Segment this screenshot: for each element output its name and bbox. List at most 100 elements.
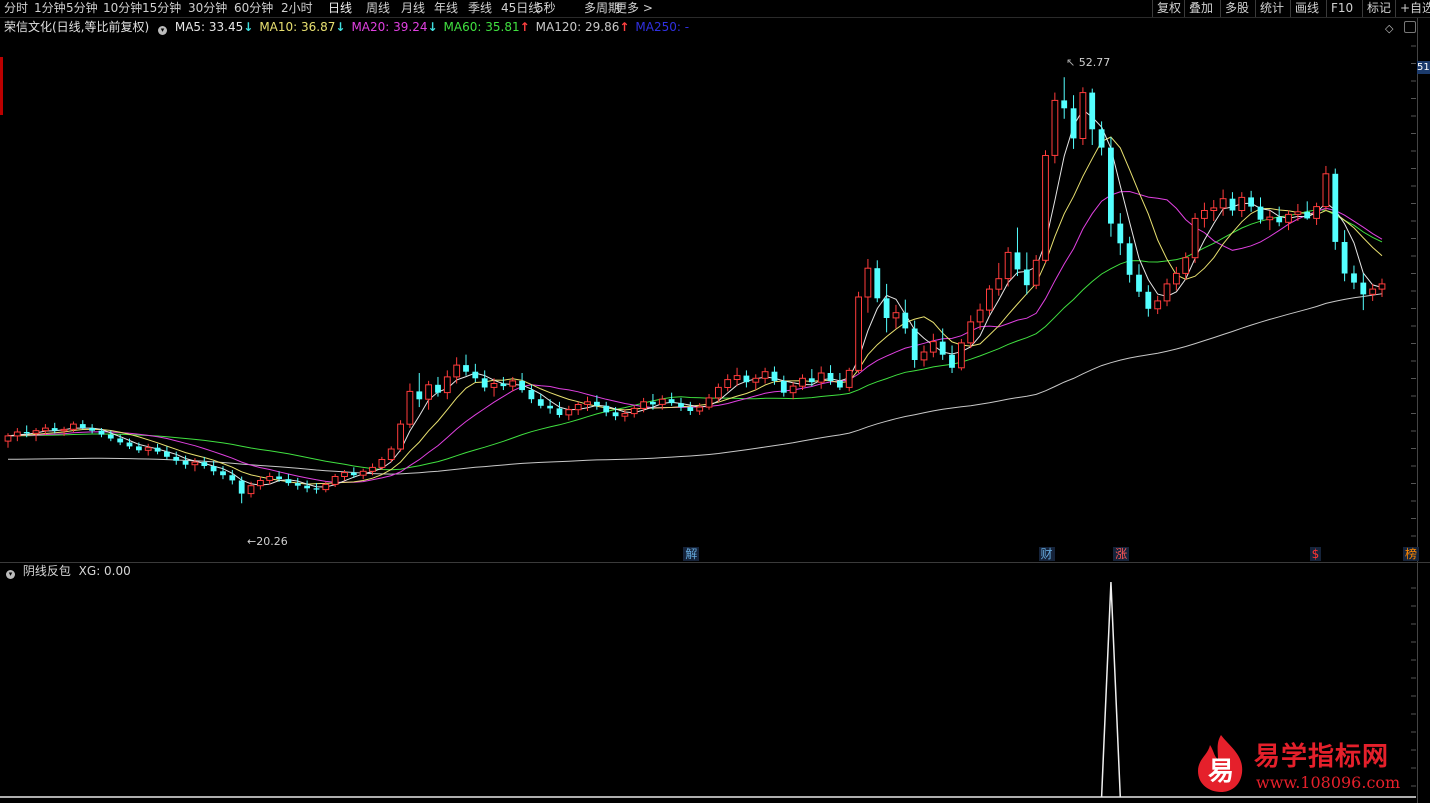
toolbar-button-2[interactable]: 多股	[1220, 0, 1253, 17]
toolbar-button-0[interactable]: 复权	[1152, 0, 1185, 17]
candle-body-up	[630, 407, 638, 415]
stock-title: 荣信文化(日线,等比前复权)	[4, 20, 150, 34]
toolbar-button-3[interactable]: 统计	[1255, 0, 1288, 17]
candle-body-up	[331, 476, 339, 485]
candle-body-up	[696, 406, 704, 412]
candle-body-up	[406, 390, 414, 425]
period-tab-3[interactable]: 10分钟	[103, 1, 142, 16]
candle-body-up	[995, 278, 1003, 290]
candle-body-down	[107, 434, 114, 439]
period-tab-12[interactable]: 季线	[468, 1, 492, 16]
period-tab-11[interactable]: 年线	[434, 1, 458, 16]
candle-body-up	[144, 447, 152, 451]
event-badge-0[interactable]: 解	[683, 547, 700, 561]
candle-body-down	[117, 438, 124, 443]
toolbar-button-6[interactable]: 标记	[1362, 0, 1395, 17]
event-badge-2[interactable]: 涨	[1113, 547, 1130, 561]
candle-body-down	[238, 480, 245, 494]
candle-body-up	[42, 427, 49, 432]
candle-body-up	[509, 380, 517, 387]
candle-body-down	[1304, 211, 1311, 219]
candle-body-up	[397, 423, 405, 450]
period-tab-4[interactable]: 15分钟	[142, 1, 181, 16]
toolbar-button-7[interactable]: +自选	[1395, 0, 1430, 17]
candle-body-down	[294, 483, 301, 486]
candle-body-up	[855, 296, 863, 371]
event-badge-3[interactable]: $	[1309, 547, 1322, 561]
period-tab-2[interactable]: 5分钟	[66, 1, 98, 16]
candle-body-down	[883, 298, 890, 318]
candlestick-chart[interactable]	[0, 36, 1416, 562]
candle-body-up	[266, 476, 274, 481]
candle-body-down	[537, 399, 544, 406]
candle-body-down	[229, 475, 236, 481]
candle-body-up	[322, 483, 330, 491]
candle-body-down	[1014, 252, 1021, 270]
ma-label: MA20: 39.24	[351, 20, 428, 34]
candle-body-up	[761, 371, 769, 379]
event-badge-4[interactable]: 榜	[1403, 547, 1420, 561]
toolbar-button-1[interactable]: 叠加	[1184, 0, 1217, 17]
candle-body-down	[182, 460, 189, 465]
toolbar-separator	[0, 17, 1430, 18]
candle-body-up	[621, 413, 629, 417]
candle-body-down	[612, 412, 619, 417]
candle-body-down	[1136, 274, 1142, 292]
candle-body-down	[528, 390, 535, 400]
period-tab-8[interactable]: 日线	[328, 1, 352, 16]
period-tab-9[interactable]: 周线	[366, 1, 390, 16]
period-tab-14[interactable]: 5秒	[536, 1, 556, 16]
period-tab-1[interactable]: 1分钟	[34, 1, 66, 16]
candle-body-up	[574, 404, 582, 411]
candle-body-up	[453, 364, 461, 378]
ma20-line	[7, 190, 1383, 483]
candle-body-down	[126, 442, 133, 447]
candle-body-down	[1332, 173, 1339, 242]
period-tab-10[interactable]: 月线	[401, 1, 425, 16]
candle-body-down	[1248, 197, 1254, 207]
watermark: 易 易学指标网 www.108096.com	[1192, 733, 1412, 793]
ma60-line	[7, 209, 1383, 471]
low-price-label: ←20.26	[247, 535, 288, 548]
period-tab-6[interactable]: 60分钟	[234, 1, 273, 16]
diamond-icon[interactable]: ◇	[1385, 22, 1393, 35]
candle-body-up	[705, 397, 713, 408]
candle-body-up	[986, 288, 993, 311]
candle-body-up	[752, 377, 760, 383]
window-toggle-icon[interactable]	[1404, 21, 1416, 33]
period-tab-7[interactable]: 2小时	[281, 1, 313, 16]
price-axis	[1417, 18, 1430, 803]
event-badge-1[interactable]: 财	[1038, 547, 1055, 561]
chevron-down-icon[interactable]: ▾	[158, 26, 168, 35]
candle-body-up	[1173, 272, 1180, 285]
candle-body-down	[210, 466, 217, 472]
chevron-down-icon[interactable]: ▾	[6, 570, 15, 579]
period-tab-13[interactable]: 45日线	[501, 1, 540, 16]
ma-legend-item-0: MA5: 33.45↓	[175, 20, 253, 34]
candle-body-down	[472, 371, 479, 379]
candle-body-down	[650, 401, 656, 405]
candle-body-up	[733, 375, 741, 381]
ma-label: MA120: 29.86	[535, 20, 620, 34]
candle-body-up	[378, 459, 386, 468]
period-tab-5[interactable]: 30分钟	[188, 1, 227, 16]
candle-body-down	[1341, 242, 1348, 274]
period-tab-0[interactable]: 分时	[4, 1, 28, 16]
ma-label: MA10: 36.87	[259, 20, 336, 34]
candle-body-up	[958, 342, 965, 369]
candle-body-up	[1051, 99, 1059, 156]
ma-legend: MA5: 33.45↓ MA10: 36.87↓ MA20: 39.24↓ MA60:…	[175, 20, 695, 34]
candle-body-up	[1294, 211, 1302, 215]
candle-body-up	[443, 376, 451, 394]
candle-body-up	[658, 398, 666, 405]
toolbar-button-5[interactable]: F10	[1326, 0, 1357, 17]
period-tab-16[interactable]: 更多 >	[615, 1, 653, 16]
candle-body-down	[603, 405, 610, 413]
candle-body-down	[435, 384, 441, 393]
candle-body-up	[799, 377, 806, 387]
candle-body-down	[276, 476, 282, 480]
toolbar-button-4[interactable]: 画线	[1290, 0, 1323, 17]
ma-legend-item-5: MA250: -	[635, 20, 689, 34]
arrow-up-icon: ↑	[519, 20, 530, 34]
candle-body-up	[789, 385, 797, 394]
